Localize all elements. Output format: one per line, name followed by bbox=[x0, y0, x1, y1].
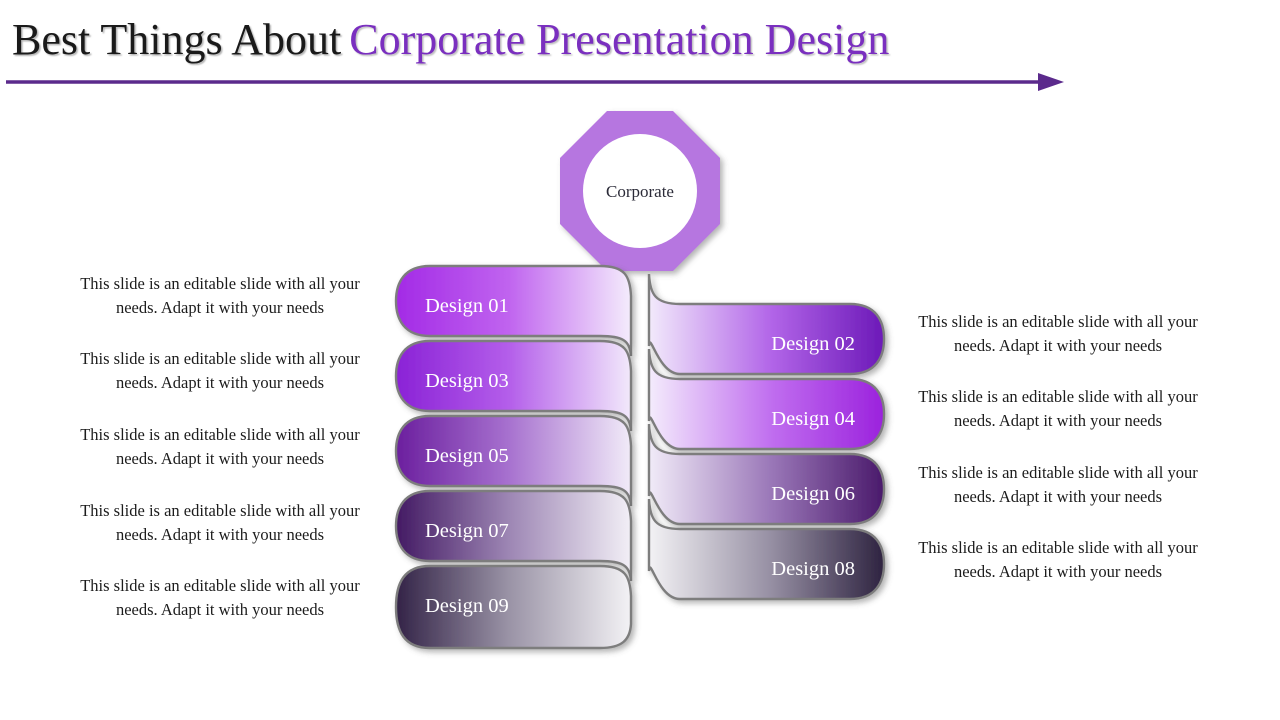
page-title: Best Things About Corporate Presentation … bbox=[12, 12, 889, 68]
bar-design-02[interactable] bbox=[647, 273, 886, 376]
description-left-4: This slide is an editable slide with all… bbox=[80, 501, 360, 544]
description-left-1: This slide is an editable slide with all… bbox=[80, 274, 360, 317]
bar-design-04-label: Design 04 bbox=[771, 408, 855, 430]
description-left-2: This slide is an editable slide with all… bbox=[80, 349, 360, 392]
description-right-2: This slide is an editable slide with all… bbox=[918, 387, 1198, 430]
bar-design-05-label: Design 05 bbox=[425, 445, 509, 467]
bar-design-08-label: Design 08 bbox=[771, 558, 855, 580]
bar-design-02-label: Design 02 bbox=[771, 333, 855, 355]
title-accent-text: Corporate Presentation Design bbox=[349, 15, 890, 64]
slide-title-block: Best Things About Corporate Presentation … bbox=[0, 12, 1280, 91]
hub-label: Corporate bbox=[606, 182, 674, 201]
bar-design-09-label: Design 09 bbox=[425, 595, 509, 617]
title-underline-arrow-icon bbox=[6, 73, 1064, 91]
description-right-3: This slide is an editable slide with all… bbox=[918, 463, 1198, 506]
right-bars-group: Design 02 Design 04 Design 06 Design 08 bbox=[647, 273, 886, 601]
description-left-3: This slide is an editable slide with all… bbox=[80, 425, 360, 468]
presentation-slide: Best Things About Corporate Presentation … bbox=[0, 0, 1280, 720]
description-right-1: This slide is an editable slide with all… bbox=[918, 312, 1198, 355]
bar-design-01-label: Design 01 bbox=[425, 295, 509, 317]
title-plain-text: Best Things About bbox=[12, 15, 342, 64]
description-right-4: This slide is an editable slide with all… bbox=[918, 538, 1198, 581]
bar-design-07-label: Design 07 bbox=[425, 520, 509, 542]
description-left-5: This slide is an editable slide with all… bbox=[80, 576, 360, 619]
bar-design-06-label: Design 06 bbox=[771, 483, 855, 505]
left-bars-group: Design 01 Design 03 Design 05 Design 07 … bbox=[394, 264, 633, 650]
bar-design-03-label: Design 03 bbox=[425, 370, 509, 392]
